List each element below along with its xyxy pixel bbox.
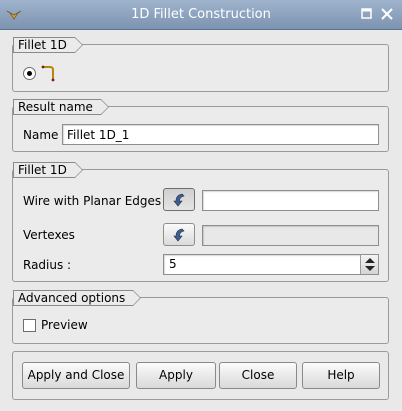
name-input[interactable] [62, 124, 379, 145]
arguments-group-label: Fillet 1D [13, 162, 83, 178]
constructor-group-label: Fillet 1D [13, 37, 83, 53]
fillet-1d-radio[interactable] [23, 67, 36, 80]
title-bar[interactable]: 1D Fillet Construction [0, 0, 402, 30]
wire-label: Wire with Planar Edges [23, 194, 162, 208]
help-button[interactable]: Help [302, 362, 380, 389]
window-title: 1D Fillet Construction [131, 7, 271, 22]
apply-button[interactable]: Apply [136, 362, 216, 389]
result-name-group: Result name Name [12, 99, 389, 152]
result-name-group-label: Result name [13, 99, 109, 115]
advanced-options-group: Advanced options Preview [12, 290, 389, 344]
radio-dot [27, 71, 32, 76]
advanced-options-group-label: Advanced options [13, 290, 142, 306]
radius-spin-arrows[interactable] [360, 255, 378, 274]
apply-and-close-button[interactable]: Apply and Close [22, 362, 130, 389]
select-arrow-icon [173, 193, 185, 207]
wire-select-button[interactable] [163, 188, 195, 211]
close-button[interactable]: Close [219, 362, 297, 389]
wire-input[interactable] [202, 190, 379, 211]
vertexes-select-button[interactable] [163, 223, 195, 246]
fillet-1d-icon [41, 65, 55, 82]
radius-spinbox[interactable]: 5 [163, 254, 379, 275]
arguments-group: Fillet 1D Wire with Planar Edges Vertexe… [12, 162, 389, 282]
radius-label: Radius : [23, 258, 72, 272]
preview-checkbox[interactable] [23, 319, 36, 332]
close-icon[interactable] [380, 7, 394, 21]
constructor-group: Fillet 1D [12, 37, 389, 92]
preview-label[interactable]: Preview [41, 318, 88, 332]
vertexes-label: Vertexes [23, 228, 75, 242]
maximize-icon[interactable] [360, 7, 374, 21]
spin-up-down-icon [365, 258, 375, 271]
vertexes-input[interactable] [202, 225, 379, 246]
name-label: Name [23, 128, 59, 142]
radius-value: 5 [169, 257, 177, 271]
select-arrow-icon [173, 228, 185, 242]
